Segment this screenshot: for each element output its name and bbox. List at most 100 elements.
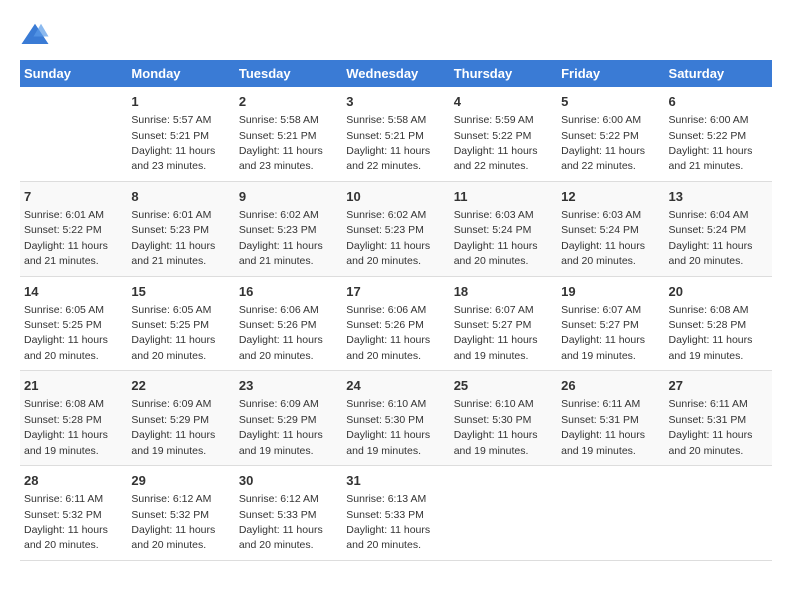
calendar-cell: 15Sunrise: 6:05 AMSunset: 5:25 PMDayligh… xyxy=(127,276,234,371)
day-number: 11 xyxy=(454,188,553,206)
calendar-cell: 21Sunrise: 6:08 AMSunset: 5:28 PMDayligh… xyxy=(20,371,127,466)
calendar-cell: 1 Sunrise: 5:57 AMSunset: 5:21 PMDaylight… xyxy=(127,87,234,181)
day-info: Sunrise: 6:11 AMSunset: 5:31 PMDaylight:… xyxy=(561,398,645,456)
calendar-cell: 11Sunrise: 6:03 AMSunset: 5:24 PMDayligh… xyxy=(450,181,557,276)
header-cell-thursday: Thursday xyxy=(450,60,557,87)
day-info: Sunrise: 6:09 AMSunset: 5:29 PMDaylight:… xyxy=(131,398,215,456)
week-row-3: 14 Sunrise: 6:05 AMSunset: 5:25 PMDayligh… xyxy=(20,276,772,371)
calendar-cell: 23 Sunrise: 6:09 AMSunset: 5:29 PMDayligh… xyxy=(235,371,342,466)
day-info: Sunrise: 6:01 AMSunset: 5:23 PMDaylight:… xyxy=(131,209,215,267)
day-info: Sunrise: 6:02 AMSunset: 5:23 PMDaylight:… xyxy=(239,209,323,267)
day-info: Sunrise: 6:05 AMSunset: 5:25 PMDaylight:… xyxy=(24,304,108,362)
day-number: 24 xyxy=(346,377,445,395)
header-cell-friday: Friday xyxy=(557,60,664,87)
calendar-cell xyxy=(665,466,772,561)
day-number: 28 xyxy=(24,472,123,490)
day-info: Sunrise: 6:12 AMSunset: 5:33 PMDaylight:… xyxy=(239,493,323,551)
calendar-cell xyxy=(557,466,664,561)
week-row-5: 28 Sunrise: 6:11 AMSunset: 5:32 PMDayligh… xyxy=(20,466,772,561)
calendar-cell: 8 Sunrise: 6:01 AMSunset: 5:23 PMDaylight… xyxy=(127,181,234,276)
calendar-cell: 22 Sunrise: 6:09 AMSunset: 5:29 PMDayligh… xyxy=(127,371,234,466)
calendar-cell: 27Sunrise: 6:11 AMSunset: 5:31 PMDayligh… xyxy=(665,371,772,466)
calendar-header: SundayMondayTuesdayWednesdayThursdayFrid… xyxy=(20,60,772,87)
calendar-cell: 14 Sunrise: 6:05 AMSunset: 5:25 PMDayligh… xyxy=(20,276,127,371)
day-number: 19 xyxy=(561,283,660,301)
day-info: Sunrise: 6:08 AMSunset: 5:28 PMDaylight:… xyxy=(24,398,108,456)
day-number: 2 xyxy=(239,93,338,111)
calendar-body: 1 Sunrise: 5:57 AMSunset: 5:21 PMDaylight… xyxy=(20,87,772,560)
logo xyxy=(20,20,54,50)
day-number: 9 xyxy=(239,188,338,206)
day-info: Sunrise: 6:03 AMSunset: 5:24 PMDaylight:… xyxy=(561,209,645,267)
day-info: Sunrise: 6:09 AMSunset: 5:29 PMDaylight:… xyxy=(239,398,323,456)
day-info: Sunrise: 6:07 AMSunset: 5:27 PMDaylight:… xyxy=(454,304,538,362)
day-number: 7 xyxy=(24,188,123,206)
day-info: Sunrise: 6:02 AMSunset: 5:23 PMDaylight:… xyxy=(346,209,430,267)
calendar-cell: 10 Sunrise: 6:02 AMSunset: 5:23 PMDayligh… xyxy=(342,181,449,276)
day-number: 18 xyxy=(454,283,553,301)
day-number: 16 xyxy=(239,283,338,301)
calendar-cell: 3 Sunrise: 5:58 AMSunset: 5:21 PMDaylight… xyxy=(342,87,449,181)
day-number: 5 xyxy=(561,93,660,111)
day-info: Sunrise: 6:00 AMSunset: 5:22 PMDaylight:… xyxy=(561,114,645,172)
calendar-cell: 31Sunrise: 6:13 AMSunset: 5:33 PMDayligh… xyxy=(342,466,449,561)
calendar-cell: 18 Sunrise: 6:07 AMSunset: 5:27 PMDayligh… xyxy=(450,276,557,371)
day-info: Sunrise: 6:04 AMSunset: 5:24 PMDaylight:… xyxy=(669,209,753,267)
day-number: 4 xyxy=(454,93,553,111)
header-cell-tuesday: Tuesday xyxy=(235,60,342,87)
calendar-table: SundayMondayTuesdayWednesdayThursdayFrid… xyxy=(20,60,772,561)
day-number: 6 xyxy=(669,93,768,111)
week-row-4: 21Sunrise: 6:08 AMSunset: 5:28 PMDayligh… xyxy=(20,371,772,466)
day-number: 17 xyxy=(346,283,445,301)
header-cell-sunday: Sunday xyxy=(20,60,127,87)
day-info: Sunrise: 6:13 AMSunset: 5:33 PMDaylight:… xyxy=(346,493,430,551)
calendar-cell xyxy=(450,466,557,561)
header-cell-saturday: Saturday xyxy=(665,60,772,87)
header-cell-wednesday: Wednesday xyxy=(342,60,449,87)
calendar-cell: 24 Sunrise: 6:10 AMSunset: 5:30 PMDayligh… xyxy=(342,371,449,466)
day-info: Sunrise: 6:10 AMSunset: 5:30 PMDaylight:… xyxy=(346,398,430,456)
day-info: Sunrise: 6:01 AMSunset: 5:22 PMDaylight:… xyxy=(24,209,108,267)
day-number: 14 xyxy=(24,283,123,301)
day-info: Sunrise: 5:59 AMSunset: 5:22 PMDaylight:… xyxy=(454,114,538,172)
page-header xyxy=(20,20,772,50)
day-number: 3 xyxy=(346,93,445,111)
day-number: 12 xyxy=(561,188,660,206)
day-number: 25 xyxy=(454,377,553,395)
day-number: 10 xyxy=(346,188,445,206)
day-info: Sunrise: 5:57 AMSunset: 5:21 PMDaylight:… xyxy=(131,114,215,172)
day-info: Sunrise: 6:08 AMSunset: 5:28 PMDaylight:… xyxy=(669,304,753,362)
calendar-cell: 25 Sunrise: 6:10 AMSunset: 5:30 PMDayligh… xyxy=(450,371,557,466)
calendar-cell: 16 Sunrise: 6:06 AMSunset: 5:26 PMDayligh… xyxy=(235,276,342,371)
day-info: Sunrise: 5:58 AMSunset: 5:21 PMDaylight:… xyxy=(346,114,430,172)
day-number: 8 xyxy=(131,188,230,206)
day-number: 26 xyxy=(561,377,660,395)
calendar-cell xyxy=(20,87,127,181)
day-number: 29 xyxy=(131,472,230,490)
calendar-cell: 20Sunrise: 6:08 AMSunset: 5:28 PMDayligh… xyxy=(665,276,772,371)
calendar-cell: 12 Sunrise: 6:03 AMSunset: 5:24 PMDayligh… xyxy=(557,181,664,276)
calendar-cell: 17 Sunrise: 6:06 AMSunset: 5:26 PMDayligh… xyxy=(342,276,449,371)
header-row: SundayMondayTuesdayWednesdayThursdayFrid… xyxy=(20,60,772,87)
day-number: 23 xyxy=(239,377,338,395)
day-info: Sunrise: 6:11 AMSunset: 5:32 PMDaylight:… xyxy=(24,493,108,551)
calendar-cell: 6 Sunrise: 6:00 AMSunset: 5:22 PMDaylight… xyxy=(665,87,772,181)
day-number: 30 xyxy=(239,472,338,490)
day-info: Sunrise: 6:06 AMSunset: 5:26 PMDaylight:… xyxy=(346,304,430,362)
day-info: Sunrise: 6:06 AMSunset: 5:26 PMDaylight:… xyxy=(239,304,323,362)
day-info: Sunrise: 6:05 AMSunset: 5:25 PMDaylight:… xyxy=(131,304,215,362)
day-info: Sunrise: 5:58 AMSunset: 5:21 PMDaylight:… xyxy=(239,114,323,172)
day-info: Sunrise: 6:00 AMSunset: 5:22 PMDaylight:… xyxy=(669,114,753,172)
calendar-cell: 5 Sunrise: 6:00 AMSunset: 5:22 PMDaylight… xyxy=(557,87,664,181)
day-info: Sunrise: 6:10 AMSunset: 5:30 PMDaylight:… xyxy=(454,398,538,456)
calendar-cell: 7 Sunrise: 6:01 AMSunset: 5:22 PMDaylight… xyxy=(20,181,127,276)
day-number: 13 xyxy=(669,188,768,206)
day-number: 1 xyxy=(131,93,230,111)
header-cell-monday: Monday xyxy=(127,60,234,87)
day-number: 22 xyxy=(131,377,230,395)
calendar-cell: 28 Sunrise: 6:11 AMSunset: 5:32 PMDayligh… xyxy=(20,466,127,561)
calendar-cell: 30 Sunrise: 6:12 AMSunset: 5:33 PMDayligh… xyxy=(235,466,342,561)
week-row-1: 1 Sunrise: 5:57 AMSunset: 5:21 PMDaylight… xyxy=(20,87,772,181)
day-info: Sunrise: 6:11 AMSunset: 5:31 PMDaylight:… xyxy=(669,398,753,456)
calendar-cell: 13 Sunrise: 6:04 AMSunset: 5:24 PMDayligh… xyxy=(665,181,772,276)
